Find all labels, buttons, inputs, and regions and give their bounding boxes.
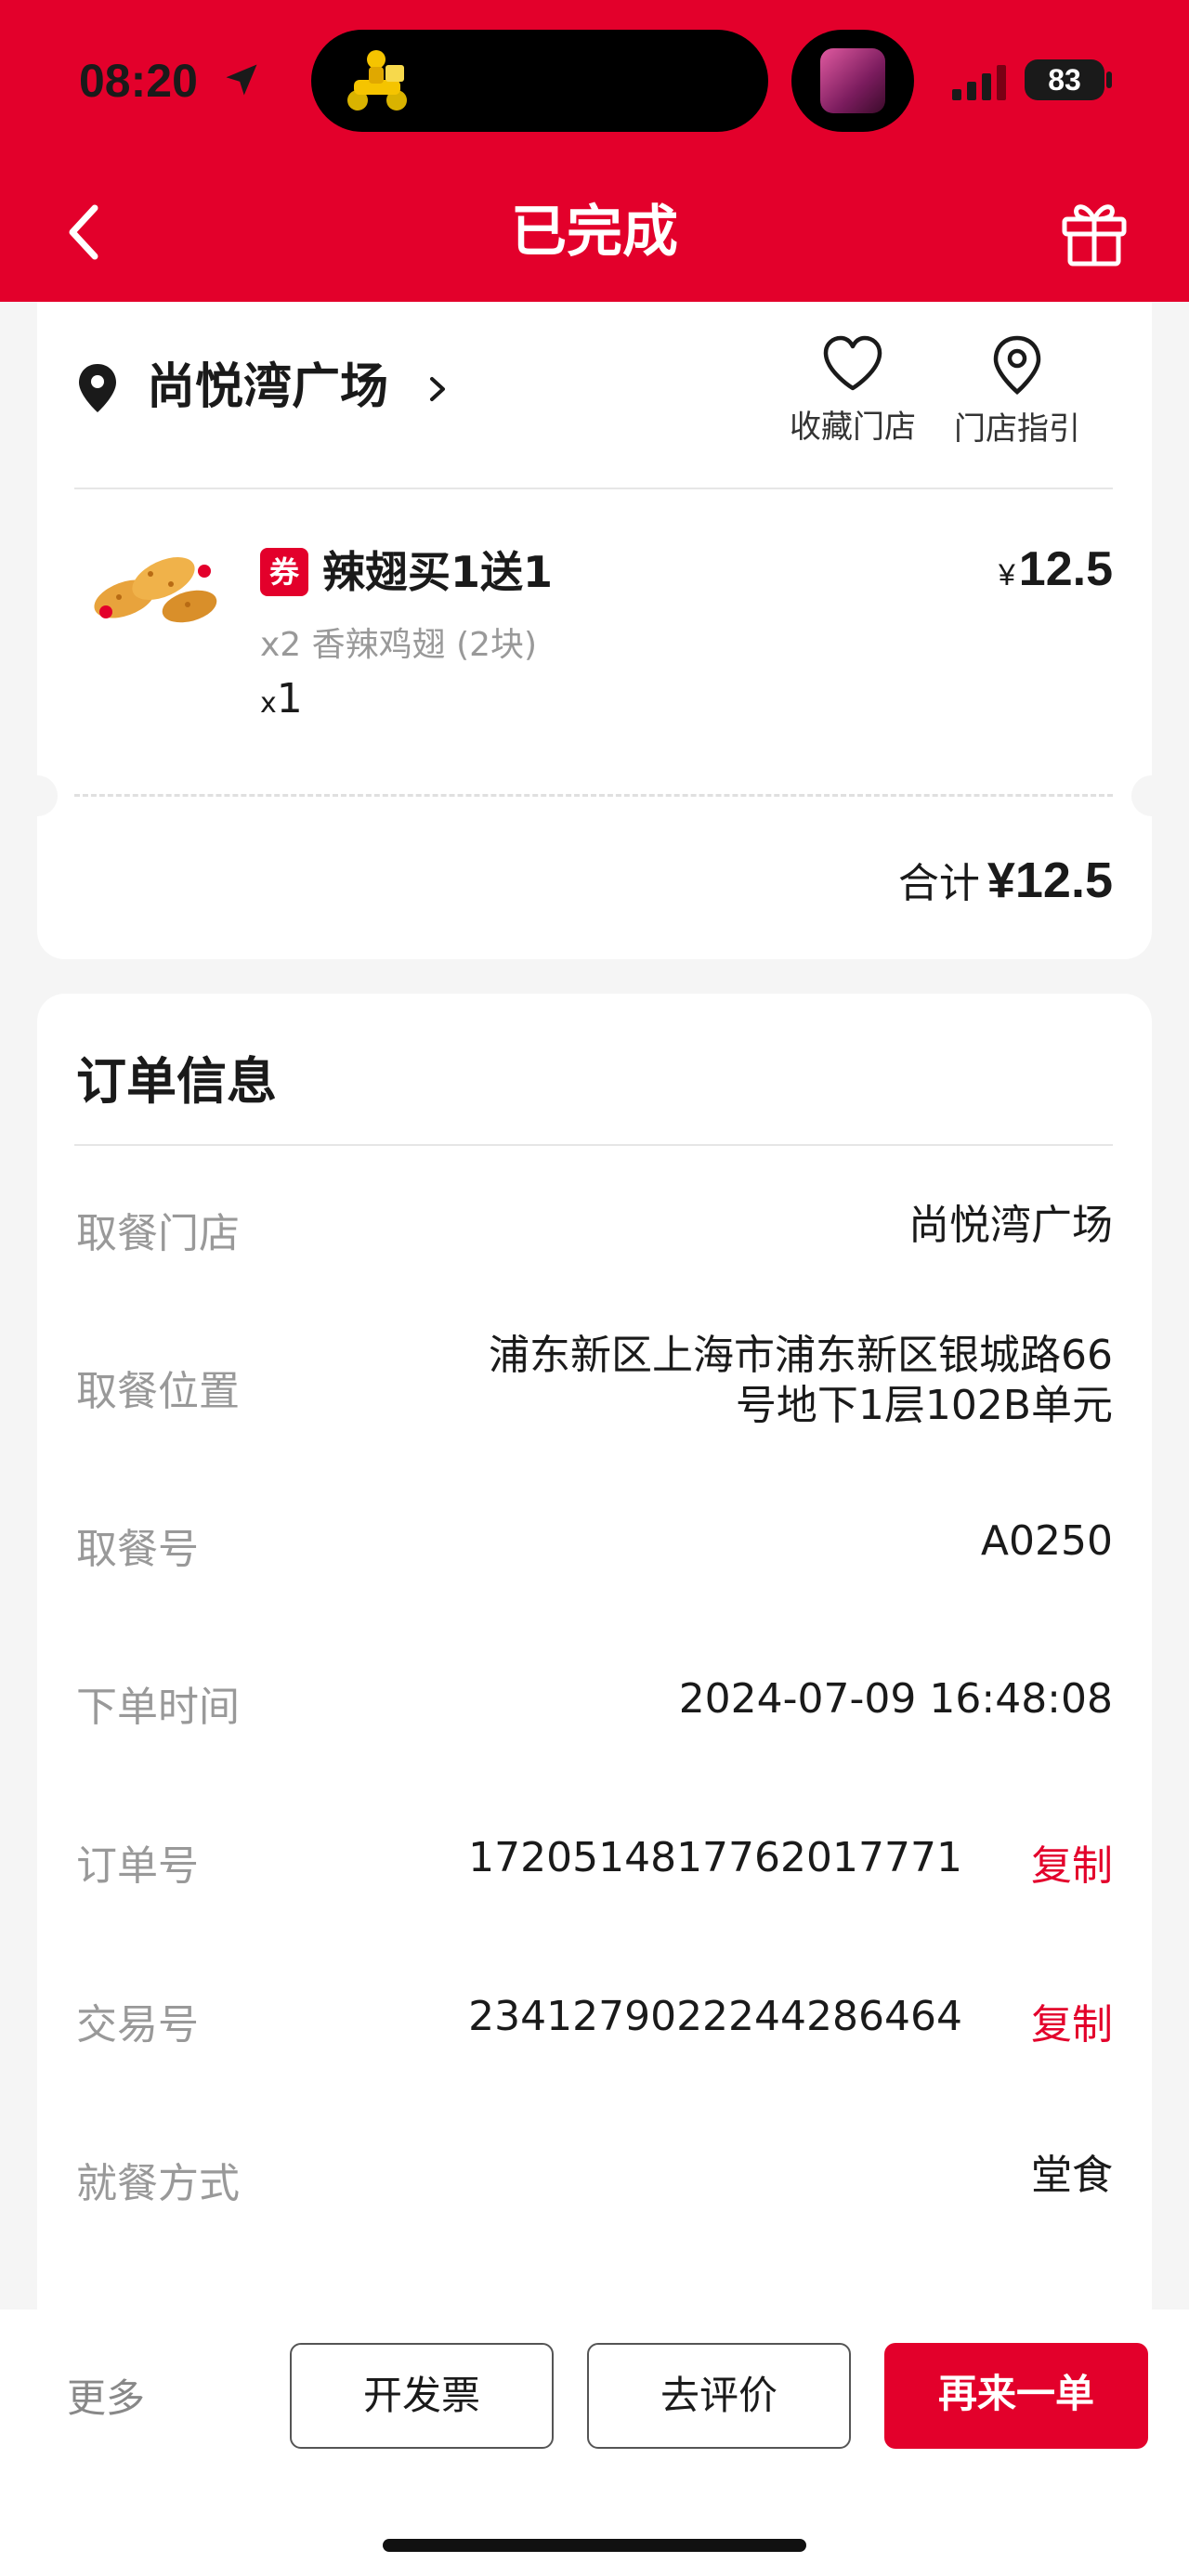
media-activity[interactable] xyxy=(791,30,914,132)
info-label: 就餐方式 xyxy=(76,2160,240,2207)
chicken-wings-image xyxy=(94,557,217,623)
favorite-store-label: 收藏门店 xyxy=(790,409,916,446)
home-indicator[interactable] xyxy=(383,2539,806,2552)
item-price-value: 12.5 xyxy=(1018,542,1113,596)
info-label: 取餐位置 xyxy=(76,1368,240,1415)
page-title: 已完成 xyxy=(511,200,678,265)
divider xyxy=(74,1144,1113,1146)
copy-transaction-number-button[interactable]: 复制 xyxy=(1031,1991,1113,2050)
battery-level: 83 xyxy=(1025,59,1104,100)
favorite-store-button[interactable]: 收藏门店 xyxy=(788,334,918,447)
map-pin-outline-icon xyxy=(993,335,1041,395)
order-info-card: 订单信息 取餐门店 尚悦湾广场 取餐位置 浦东新区上海市浦东新区银城路66 号地… xyxy=(37,994,1152,2312)
ticket-notch-right xyxy=(1131,775,1172,816)
section-title: 订单信息 xyxy=(76,1052,277,1111)
total-label: 合计 xyxy=(897,860,980,907)
info-value: 尚悦湾广场 xyxy=(908,1202,1113,1249)
location-pin-icon xyxy=(79,364,116,412)
info-label: 订单号 xyxy=(76,1842,199,1890)
battery-cap xyxy=(1106,72,1112,88)
more-button[interactable]: 更多 xyxy=(67,2367,145,2424)
info-value: 2341279022244286464 xyxy=(468,1993,962,2040)
status-bar: 08:20 83 xyxy=(0,0,1189,163)
info-value: A0250 xyxy=(980,1517,1113,1565)
quantity-value: 1 xyxy=(276,675,303,722)
info-label: 取餐门店 xyxy=(76,1210,240,1257)
item-price: ¥12.5 xyxy=(999,541,1113,597)
store-name[interactable]: 尚悦湾广场 xyxy=(147,358,388,417)
info-value: 1720514817762017771 xyxy=(468,1834,962,1881)
info-label: 取餐号 xyxy=(76,1526,199,1573)
heart-icon xyxy=(823,335,882,391)
info-label: 交易号 xyxy=(76,2001,199,2049)
location-arrow-icon xyxy=(226,64,257,96)
divider xyxy=(74,488,1113,489)
review-button[interactable]: 去评价 xyxy=(587,2343,851,2449)
currency-symbol: ¥ xyxy=(998,558,1015,592)
info-label: 下单时间 xyxy=(76,1684,240,1731)
info-value: 2024-07-09 16:48:08 xyxy=(678,1675,1113,1723)
header: 08:20 83 已完成 xyxy=(0,0,1189,302)
total-value: ¥12.5 xyxy=(986,852,1113,908)
gift-icon[interactable] xyxy=(1057,195,1131,269)
store-guide-button[interactable]: 门店指引 xyxy=(952,334,1082,449)
chevron-right-icon[interactable] xyxy=(425,374,450,404)
invoice-button[interactable]: 开发票 xyxy=(290,2343,554,2449)
delivery-rider-icon xyxy=(347,50,407,111)
signal-icon xyxy=(952,65,1006,100)
reorder-button[interactable]: 再来一单 xyxy=(884,2343,1148,2449)
dashed-divider xyxy=(74,794,1113,797)
item-name: 辣翅买1送1 xyxy=(322,547,554,597)
status-time: 08:20 xyxy=(79,55,198,107)
info-value-line-2: 号地下1层102B单元 xyxy=(735,1382,1113,1429)
bottom-action-bar: 更多 开发票 去评价 再来一单 xyxy=(0,2309,1189,2576)
store-guide-label: 门店指引 xyxy=(954,410,1080,448)
quantity-prefix: x xyxy=(260,687,277,720)
info-value-line-1: 浦东新区上海市浦东新区银城路66 xyxy=(489,1332,1113,1379)
item-quantity: x1 xyxy=(260,675,303,722)
order-summary-card: 尚悦湾广场 收藏门店 门店指引 券 辣翅买1送1 ¥12.5 x2 香辣鸡翅 (… xyxy=(17,302,1172,959)
album-art xyxy=(820,48,885,113)
copy-order-number-button[interactable]: 复制 xyxy=(1031,1832,1113,1892)
coupon-badge: 券 xyxy=(260,548,308,596)
info-value: 堂食 xyxy=(1031,2152,1113,2199)
item-detail: x2 香辣鸡翅 (2块) xyxy=(260,626,538,664)
order-total: 合计 ¥12.5 xyxy=(898,850,1113,909)
dynamic-island[interactable] xyxy=(311,30,768,132)
ticket-notch-left xyxy=(17,775,58,816)
